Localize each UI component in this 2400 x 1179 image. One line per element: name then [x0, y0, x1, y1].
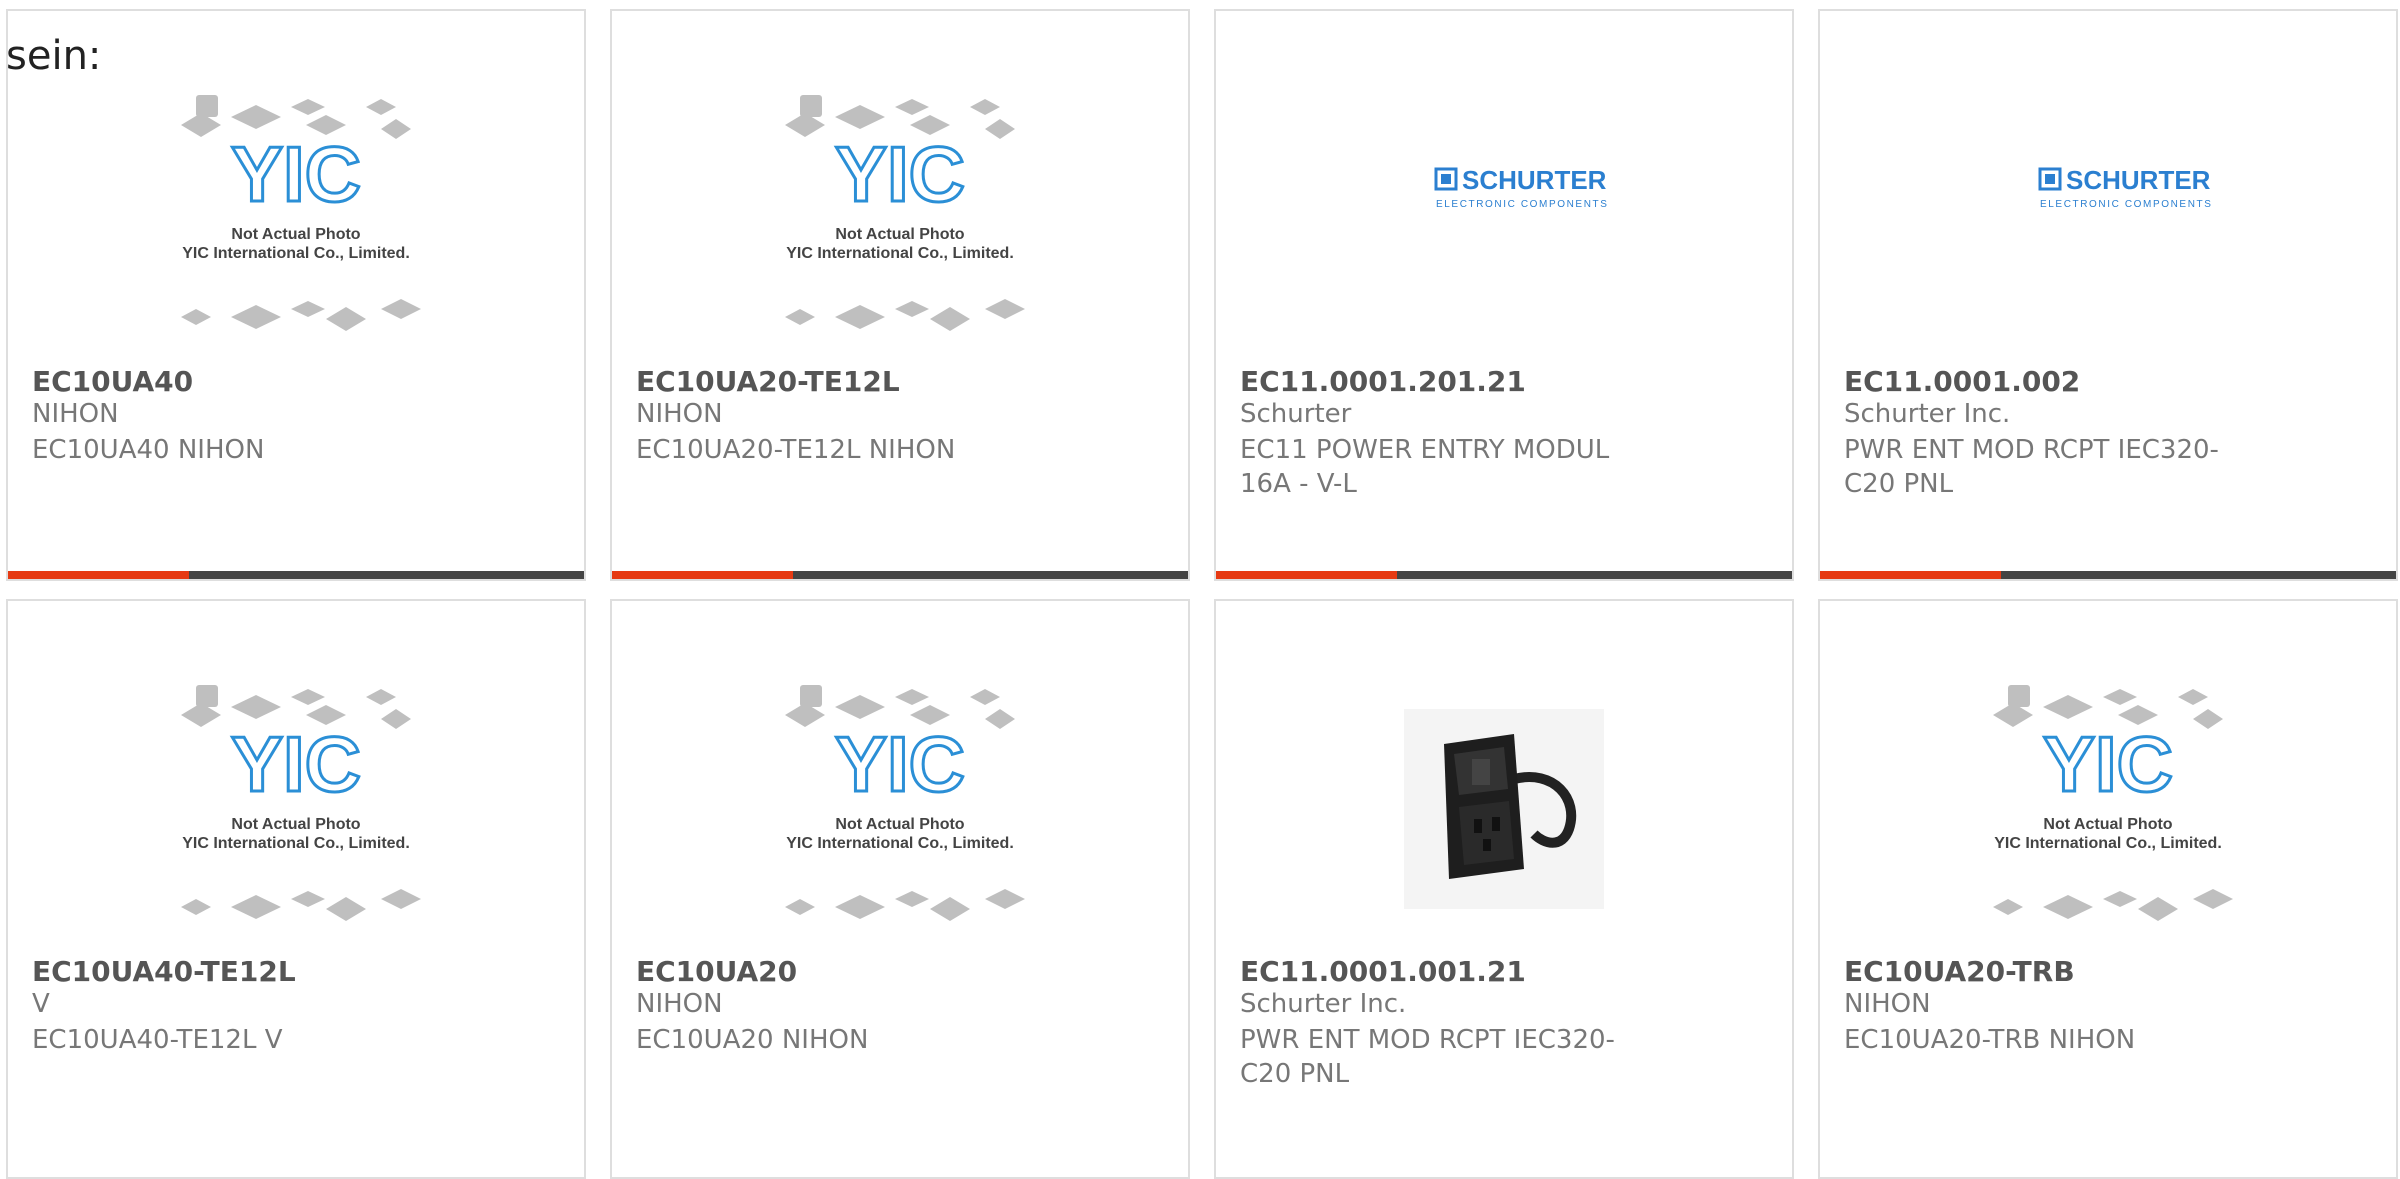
- product-card[interactable]: YIC Not Actual Photo YIC International C…: [6, 9, 586, 581]
- product-card[interactable]: YIC Not Actual Photo YIC International C…: [610, 9, 1190, 581]
- product-image: YIC Not Actual Photo YIC International C…: [612, 679, 1188, 949]
- product-image: YIC Not Actual Photo YIC International C…: [612, 89, 1188, 359]
- part-number[interactable]: EC11.0001.002: [1844, 365, 2080, 398]
- accent-bar: [1820, 571, 2002, 579]
- product-image: SCHURTER ELECTRONIC COMPONENTS: [1820, 89, 2396, 359]
- svg-text:ELECTRONIC COMPONENTS: ELECTRONIC COMPONENTS: [2040, 199, 2213, 210]
- description: PWR ENT MOD RCPT IEC320-C20 PNL: [1240, 1025, 1615, 1089]
- description: EC11 POWER ENTRY MODUL 16A - V-L: [1240, 435, 1610, 499]
- schurter-logo-icon: SCHURTER ELECTRONIC COMPONENTS: [1434, 165, 1609, 210]
- manufacturer: NIHON: [32, 399, 119, 429]
- svg-text:Not Actual Photo: Not Actual Photo: [835, 816, 964, 833]
- manufacturer: Schurter Inc.: [1240, 989, 1407, 1019]
- svg-text:YIC International Co., Limited: YIC International Co., Limited.: [1994, 835, 2222, 852]
- part-number[interactable]: EC10UA20: [636, 955, 797, 988]
- card-footer-bar: [1216, 571, 1792, 579]
- part-number[interactable]: EC11.0001.001.21: [1240, 955, 1526, 988]
- product-image: YIC Not Actual Photo YIC International C…: [1820, 679, 2396, 949]
- product-image: [1216, 679, 1792, 949]
- svg-text:YIC International Co., Limited: YIC International Co., Limited.: [786, 835, 1014, 852]
- svg-text:SCHURTER: SCHURTER: [2066, 165, 2211, 195]
- part-number[interactable]: EC10UA40: [32, 365, 193, 398]
- manufacturer: NIHON: [636, 989, 723, 1019]
- yic-placeholder-icon: YIC Not Actual Photo YIC International C…: [181, 685, 421, 921]
- product-image: YIC Not Actual Photo YIC International C…: [8, 679, 584, 949]
- manufacturer: V: [32, 989, 50, 1019]
- part-number[interactable]: EC11.0001.201.21: [1240, 365, 1526, 398]
- svg-text:YIC International Co., Limited: YIC International Co., Limited.: [182, 245, 410, 262]
- intro-text: sein:: [6, 33, 102, 79]
- schurter-logo-icon: SCHURTER ELECTRONIC COMPONENTS: [2038, 165, 2213, 210]
- manufacturer: Schurter Inc.: [1844, 399, 2011, 429]
- svg-text:SCHURTER: SCHURTER: [1462, 165, 1607, 195]
- product-card[interactable]: YIC Not Actual Photo YIC International C…: [610, 599, 1190, 1179]
- svg-text:Not Actual Photo: Not Actual Photo: [2043, 816, 2172, 833]
- description: EC10UA20-TE12L NIHON: [636, 435, 956, 465]
- accent-bar: [612, 571, 794, 579]
- svg-text:YIC International Co., Limited: YIC International Co., Limited.: [786, 245, 1014, 262]
- product-image: YIC Not Actual Photo YIC International C…: [8, 89, 584, 359]
- description: PWR ENT MOD RCPT IEC320-C20 PNL: [1844, 435, 2219, 499]
- manufacturer: NIHON: [636, 399, 723, 429]
- product-card[interactable]: YIC Not Actual Photo YIC International C…: [1818, 599, 2398, 1179]
- description: EC10UA40 NIHON: [32, 435, 265, 465]
- svg-text:YIC: YIC: [231, 720, 361, 808]
- manufacturer: Schurter: [1240, 399, 1352, 429]
- part-number[interactable]: EC10UA40-TE12L: [32, 955, 296, 988]
- svg-text:ELECTRONIC COMPONENTS: ELECTRONIC COMPONENTS: [1436, 199, 1609, 210]
- part-number[interactable]: EC10UA20-TRB: [1844, 955, 2075, 988]
- product-card[interactable]: YIC Not Actual Photo YIC International C…: [6, 599, 586, 1179]
- description: EC10UA20 NIHON: [636, 1025, 869, 1055]
- yic-placeholder-icon: YIC Not Actual Photo YIC International C…: [785, 95, 1025, 331]
- product-card[interactable]: EC11.0001.001.21 Schurter Inc. PWR ENT M…: [1214, 599, 1794, 1179]
- yic-placeholder-icon: YIC Not Actual Photo YIC International C…: [785, 685, 1025, 921]
- yic-placeholder-icon: YIC Not Actual Photo YIC International C…: [181, 95, 421, 331]
- accent-bar: [8, 571, 190, 579]
- power-entry-module-icon: [1404, 709, 1604, 909]
- manufacturer: NIHON: [1844, 989, 1931, 1019]
- svg-text:Not Actual Photo: Not Actual Photo: [231, 816, 360, 833]
- description: EC10UA40-TE12L V: [32, 1025, 283, 1055]
- svg-text:YIC: YIC: [835, 130, 965, 218]
- svg-text:YIC: YIC: [231, 130, 361, 218]
- card-footer-bar: [1820, 571, 2396, 579]
- description: EC10UA20-TRB NIHON: [1844, 1025, 2136, 1055]
- yic-placeholder-icon: YIC Not Actual Photo YIC International C…: [1993, 685, 2233, 921]
- accent-bar: [1216, 571, 1398, 579]
- part-number[interactable]: EC10UA20-TE12L: [636, 365, 900, 398]
- svg-text:Not Actual Photo: Not Actual Photo: [835, 226, 964, 243]
- card-footer-bar: [8, 571, 584, 579]
- svg-text:YIC: YIC: [2043, 720, 2173, 808]
- svg-text:YIC: YIC: [835, 720, 965, 808]
- card-footer-bar: [612, 571, 1188, 579]
- product-card[interactable]: SCHURTER ELECTRONIC COMPONENTS EC11.0001…: [1214, 9, 1794, 581]
- product-card[interactable]: SCHURTER ELECTRONIC COMPONENTS EC11.0001…: [1818, 9, 2398, 581]
- svg-text:Not Actual Photo: Not Actual Photo: [231, 226, 360, 243]
- product-image: SCHURTER ELECTRONIC COMPONENTS: [1216, 89, 1792, 359]
- svg-text:YIC International Co., Limited: YIC International Co., Limited.: [182, 835, 410, 852]
